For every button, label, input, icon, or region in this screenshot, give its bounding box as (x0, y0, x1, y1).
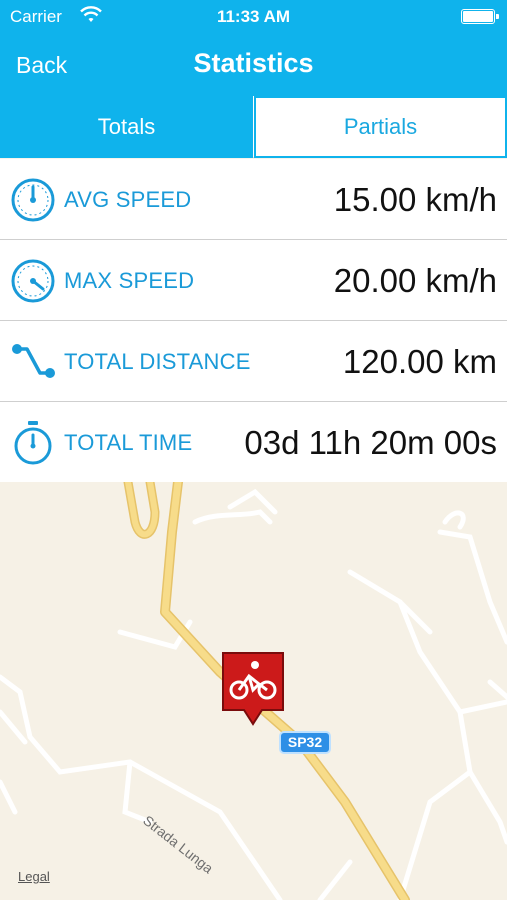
stat-value: 03d 11h 20m 00s (244, 424, 497, 461)
stat-row-max-speed: MAX SPEED 20.00 km/h (0, 240, 507, 321)
stat-value: 120.00 km (342, 343, 497, 380)
status-time: 11:33 AM (216, 7, 291, 26)
tab-totals[interactable]: Totals (0, 96, 253, 158)
back-button[interactable]: Back (16, 52, 67, 79)
stat-value: 20.00 km/h (333, 262, 497, 299)
stopwatch-icon (14, 421, 52, 465)
legal-link[interactable]: Legal (18, 869, 50, 884)
map-view[interactable]: SP32 Strada Lunga Legal (0, 482, 507, 900)
page-title: Statistics (193, 48, 314, 78)
route-icon (12, 344, 55, 378)
stat-row-avg-speed: AVG SPEED 15.00 km/h (0, 159, 507, 240)
stat-value: 15.00 km/h (333, 181, 497, 218)
stat-row-total-time: TOTAL TIME 03d 11h 20m 00s (0, 402, 507, 483)
status-bar: Carrier 11:33 AM (0, 0, 507, 34)
stat-row-total-distance: TOTAL DISTANCE 120.00 km (0, 321, 507, 402)
navigation-bar: Back Statistics (0, 34, 507, 96)
stat-label: MAX SPEED (64, 268, 195, 293)
road-badge: SP32 (279, 731, 331, 754)
segmented-control: Totals Partials (0, 96, 507, 158)
speedometer-icon (11, 178, 55, 222)
stat-label: TOTAL DISTANCE (64, 349, 251, 374)
speedometer-icon (11, 259, 55, 303)
battery-icon (461, 9, 499, 24)
stat-label: AVG SPEED (64, 187, 192, 212)
tab-partials[interactable]: Partials (254, 96, 507, 158)
bicycle-marker[interactable] (222, 652, 284, 726)
stat-label: TOTAL TIME (64, 430, 193, 455)
